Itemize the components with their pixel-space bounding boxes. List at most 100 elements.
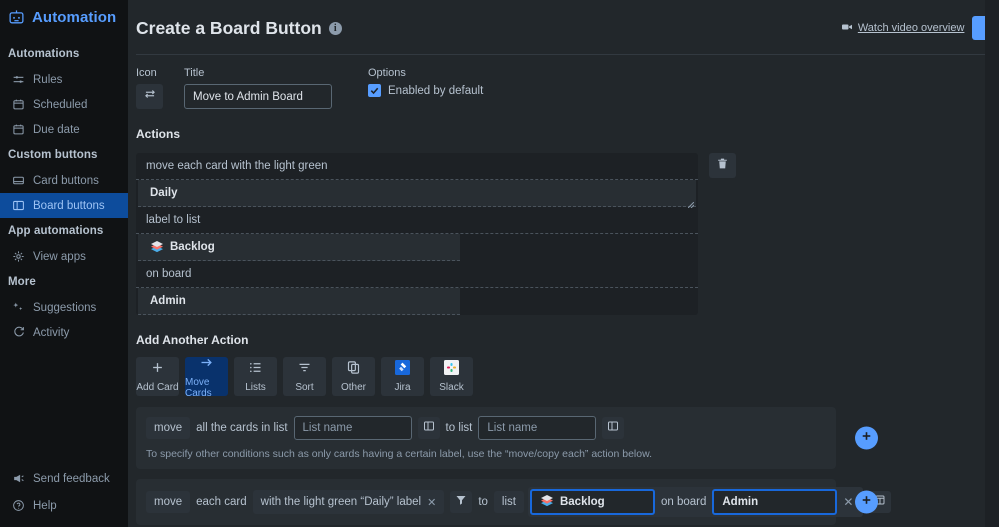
sidebar-item-label: Board buttons [33, 200, 105, 212]
sidebar-item-suggestions[interactable]: Suggestions [0, 295, 128, 320]
enabled-checkbox[interactable] [368, 84, 381, 97]
tab-sort[interactable]: Sort [283, 357, 326, 396]
tab-lists[interactable]: Lists [234, 357, 277, 396]
brand-label: Automation [32, 9, 116, 26]
sort-icon [297, 360, 312, 380]
sidebar-item-label: View apps [33, 251, 86, 263]
card-icon [12, 174, 25, 187]
panel-right-edge [985, 0, 999, 527]
icon-field: Icon [136, 67, 163, 109]
sidebar-item-due-date[interactable]: Due date [0, 117, 128, 142]
move-keyword[interactable]: move [146, 417, 190, 439]
page-title: Create a Board Button i [136, 18, 342, 39]
action-card: move each card with the light green Dail… [136, 153, 698, 315]
automation-page: Automation Automations Rules [0, 0, 999, 527]
sidebar-item-scheduled[interactable]: Scheduled [0, 92, 128, 117]
sidebar-item-label: Scheduled [33, 99, 87, 111]
sidebar-item-help[interactable]: Help [0, 492, 128, 519]
title-field: Title [184, 67, 332, 109]
nav-heading-custom-buttons: Custom buttons [0, 142, 128, 168]
action-segment-label-value[interactable]: Daily [138, 180, 696, 207]
tab-other[interactable]: Other [332, 357, 375, 396]
target-board-picker-button[interactable] [602, 417, 624, 439]
move-each-card-builder: move each card with the light green “Dai… [136, 479, 836, 525]
nav-heading-more: More [0, 269, 128, 295]
builder-hint: To specify other conditions such as only… [146, 448, 826, 460]
tab-label: Lists [245, 382, 266, 393]
tab-label: Sort [295, 382, 313, 393]
tab-label: Move Cards [185, 377, 228, 399]
sidebar-item-label: Activity [33, 327, 69, 339]
tab-jira[interactable]: Jira [381, 357, 424, 396]
action-segment-list-value[interactable]: Backlog [138, 234, 460, 261]
watch-video-label: Watch video overview [858, 22, 965, 34]
slack-icon [444, 360, 459, 380]
sidebar-item-label: Send feedback [33, 473, 110, 485]
tab-label: Slack [439, 382, 463, 393]
list-keyword[interactable]: list [494, 491, 524, 513]
remove-label-condition-icon[interactable]: ✕ [427, 496, 436, 509]
tab-label: Add Card [136, 382, 178, 393]
resize-handle-icon[interactable] [688, 199, 694, 205]
sidebar-item-activity[interactable]: Activity [0, 320, 128, 345]
label-stack-icon [540, 495, 554, 510]
destination-board-value: Admin [722, 496, 758, 508]
tab-slack[interactable]: Slack [430, 357, 473, 396]
action-segment-board-value[interactable]: Admin [138, 288, 460, 315]
actions-section-label: Actions [128, 109, 999, 141]
destination-list-input[interactable]: Backlog [530, 489, 655, 515]
options-field: Options Enabled by default [368, 67, 483, 109]
sidebar-item-board-buttons[interactable]: Board buttons [0, 193, 128, 218]
enabled-by-default-option[interactable]: Enabled by default [368, 84, 483, 97]
arrow-right-icon [199, 355, 214, 375]
delete-action-button[interactable] [709, 153, 736, 178]
each-card-text: each card [190, 491, 253, 513]
destination-group: Backlog on board Admin ✕ [528, 487, 863, 517]
sidebar-item-send-feedback[interactable]: Send feedback [0, 465, 128, 492]
all-cards-text: all the cards in list [190, 417, 293, 439]
nav-heading-app-automations: App automations [0, 218, 128, 244]
destination-list-value: Backlog [560, 496, 605, 508]
source-board-picker-button[interactable] [418, 417, 440, 439]
existing-action-row: move each card with the light green Dail… [128, 141, 999, 315]
nav-heading-automations: Automations [0, 41, 128, 67]
to-text: to [472, 491, 494, 513]
info-icon[interactable]: i [329, 22, 342, 35]
brand-logo[interactable]: Automation [0, 0, 128, 26]
title-input[interactable] [184, 84, 332, 109]
plus-icon [150, 360, 165, 380]
move-keyword[interactable]: move [146, 491, 190, 513]
watch-video-overview-link[interactable]: Watch video overview [841, 21, 965, 36]
label-condition-chip[interactable]: with the light green “Daily” label ✕ [253, 490, 445, 514]
action-segment-list-text: Backlog [170, 241, 215, 253]
add-action-button[interactable] [855, 491, 878, 514]
icon-picker-button[interactable] [136, 84, 163, 109]
sidebar-item-view-apps[interactable]: View apps [0, 244, 128, 269]
destination-board-input[interactable]: Admin [712, 489, 837, 515]
enabled-label: Enabled by default [388, 85, 483, 97]
megaphone-icon [12, 472, 25, 485]
page-title-text: Create a Board Button [136, 18, 322, 39]
tab-move-cards[interactable]: Move Cards [185, 357, 228, 396]
sidebar-item-card-buttons[interactable]: Card buttons [0, 168, 128, 193]
sliders-icon [12, 73, 25, 86]
filter-icon [455, 493, 467, 511]
sparkle-icon [12, 301, 25, 314]
add-action-button[interactable] [855, 427, 878, 450]
plus-icon [860, 493, 873, 511]
swap-arrows-icon [143, 87, 157, 106]
target-list-input[interactable] [478, 416, 596, 440]
source-list-input[interactable] [294, 416, 412, 440]
sidebar-item-rules[interactable]: Rules [0, 67, 128, 92]
calendar-icon [12, 98, 25, 111]
refresh-icon [12, 326, 25, 339]
sidebar-item-label: Card buttons [33, 175, 99, 187]
editor-header: Create a Board Button i Watch video over… [128, 0, 999, 40]
filter-button[interactable] [450, 491, 472, 513]
to-list-text: to list [440, 417, 479, 439]
list-icon [248, 360, 263, 380]
action-segment-label-text: Daily [150, 187, 178, 199]
video-camera-icon [841, 21, 853, 36]
tab-add-card[interactable]: Add Card [136, 357, 179, 396]
sidebar-item-label: Help [33, 500, 57, 512]
